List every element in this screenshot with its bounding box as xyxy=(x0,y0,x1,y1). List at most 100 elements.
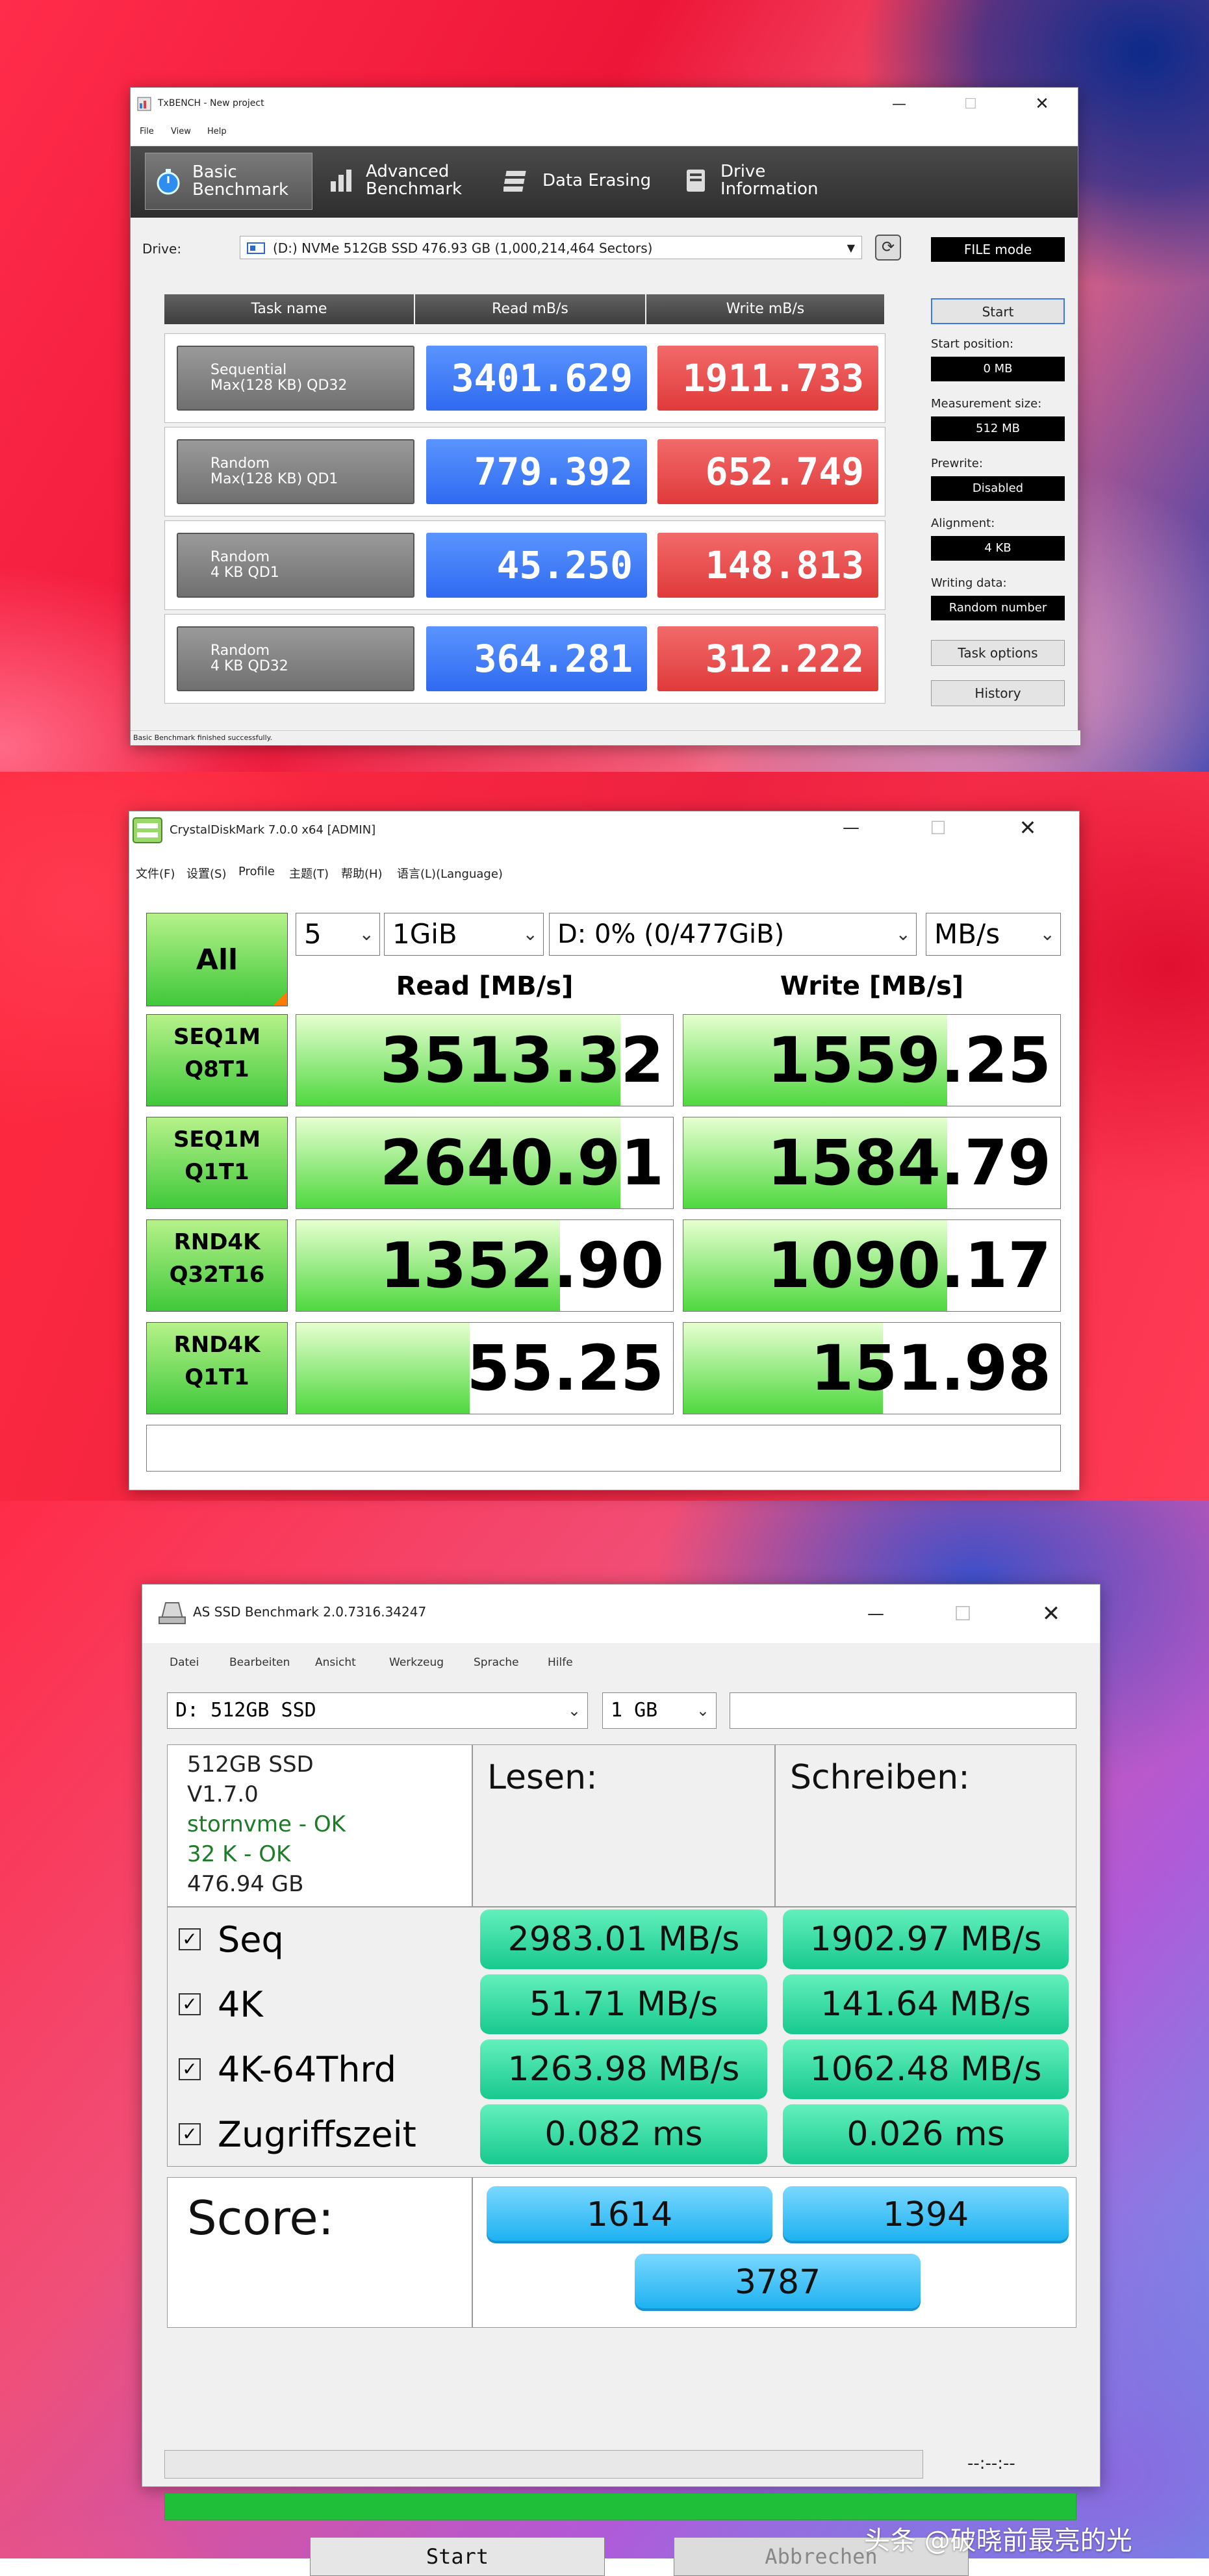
menu-language[interactable]: 语言(L)(Language) xyxy=(397,865,503,882)
history-button[interactable]: History xyxy=(931,680,1065,706)
menu-help[interactable]: Help xyxy=(207,127,227,136)
task-button-random-4k-qd32[interactable]: Random 4 KB QD32 xyxy=(177,626,414,691)
benchmark-table: Task name Read mB/s Write mB/s Sequentia… xyxy=(164,294,888,704)
write-value: 1911.733 xyxy=(657,346,878,411)
row-label-4k-64thrd[interactable]: ✓ 4K-64Thrd xyxy=(167,2037,472,2102)
txbench-title: TxBENCH - New project xyxy=(158,98,264,108)
write-result-value: 1090.17 xyxy=(767,1229,1051,1302)
minimize-button[interactable]: — xyxy=(863,88,935,120)
test-button-seq1m-q8t1[interactable]: SEQ1M Q8T1 xyxy=(146,1014,288,1106)
alignment-field[interactable]: 4 KB xyxy=(931,536,1065,561)
read-result-value: 2640.91 xyxy=(379,1127,664,1199)
write-result-pill: 1902.97 MB/s xyxy=(783,1909,1069,1969)
maximize-button[interactable]: ☐ xyxy=(902,811,974,844)
maximize-button[interactable]: ☐ xyxy=(935,88,1006,120)
extra-input[interactable] xyxy=(730,1692,1076,1729)
write-result-value: 1559.25 xyxy=(767,1024,1051,1097)
tab-basic-benchmark[interactable]: Basic Benchmark xyxy=(145,153,312,210)
crystaldiskmark-title: CrystalDiskMark 7.0.0 x64 [ADMIN] xyxy=(170,823,376,837)
menu-help[interactable]: 帮助(H) xyxy=(341,865,383,882)
test-button-rnd4k-q32t16[interactable]: RND4K Q32T16 xyxy=(146,1219,288,1312)
as-ssd-window: AS SSD Benchmark 2.0.7316.34247 — ☐ ✕ Da… xyxy=(142,1584,1101,2576)
prewrite-label: Prewrite: xyxy=(931,457,983,470)
test-button-seq1m-q1t1[interactable]: SEQ1M Q1T1 xyxy=(146,1117,288,1209)
close-button[interactable]: ✕ xyxy=(1006,88,1078,120)
menu-bearbeiten[interactable]: Bearbeiten xyxy=(229,1656,290,1669)
tab-basic-line2: Benchmark xyxy=(192,180,289,199)
menu-sprache[interactable]: Sprache xyxy=(474,1656,519,1669)
header-read: Read mB/s xyxy=(415,294,645,324)
menu-werkzeug[interactable]: Werkzeug xyxy=(389,1656,444,1669)
start-button[interactable]: Start xyxy=(931,298,1065,324)
maximize-button[interactable]: ☐ xyxy=(927,1598,999,1630)
tab-drive-information[interactable]: Drive Information xyxy=(674,153,845,209)
task-name-line1: Random xyxy=(210,549,270,565)
alignment-status: 32 K - OK xyxy=(187,1841,291,1867)
start-position-field[interactable]: 0 MB xyxy=(931,357,1065,381)
task-button-sequential[interactable]: Sequential Max(128 KB) QD32 xyxy=(177,346,414,411)
file-mode-badge: FILE mode xyxy=(931,237,1065,262)
menu-file[interactable]: File xyxy=(140,127,154,136)
refresh-icon: ⟳ xyxy=(881,238,895,256)
txbench-app-icon xyxy=(137,97,151,111)
menu-file[interactable]: 文件(F) xyxy=(136,865,175,882)
row-label-4k[interactable]: ✓ 4K xyxy=(167,1972,472,2037)
all-button[interactable]: All xyxy=(146,913,288,1006)
crystaldiskmark-app-icon xyxy=(133,817,162,843)
row-label-text: 4K xyxy=(218,1983,263,2025)
checkbox-checked-icon[interactable]: ✓ xyxy=(179,1928,201,1950)
menu-view[interactable]: View xyxy=(171,127,191,136)
size-value: 1GiB xyxy=(392,918,457,950)
writing-data-field[interactable]: Random number xyxy=(931,596,1065,620)
drive-value: D: 0% (0/477GiB) xyxy=(557,919,785,949)
drive-select[interactable]: D: 0% (0/477GiB) ⌄ xyxy=(549,913,917,956)
minimize-button[interactable]: — xyxy=(840,1598,911,1630)
test-label-line2: Q8T1 xyxy=(185,1056,249,1082)
size-select[interactable]: 1GiB ⌄ xyxy=(384,913,544,956)
test-button-rnd4k-q1t1[interactable]: RND4K Q1T1 xyxy=(146,1322,288,1414)
checkbox-checked-icon[interactable]: ✓ xyxy=(179,1993,201,2015)
tab-advanced-benchmark[interactable]: Advanced Benchmark xyxy=(319,153,489,209)
read-value: 779.392 xyxy=(426,439,647,504)
test-label-line1: RND4K xyxy=(173,1332,261,1358)
prewrite-field[interactable]: Disabled xyxy=(931,476,1065,501)
start-button[interactable]: Start xyxy=(310,2537,605,2576)
read-result-value: 1352.90 xyxy=(379,1229,664,1302)
close-button[interactable]: ✕ xyxy=(992,811,1063,844)
maximize-icon: ☐ xyxy=(954,1602,972,1626)
write-value: 652.749 xyxy=(657,439,878,504)
task-button-random-128k[interactable]: Random Max(128 KB) QD1 xyxy=(177,439,414,504)
menu-settings[interactable]: 设置(S) xyxy=(186,865,226,882)
close-icon: ✕ xyxy=(1035,94,1049,114)
row-label-seq[interactable]: ✓ Seq xyxy=(167,1907,472,1972)
row-label-zugriffszeit[interactable]: ✓ Zugriffszeit xyxy=(167,2102,472,2167)
measurement-size-field[interactable]: 512 MB xyxy=(931,416,1065,441)
menu-ansicht[interactable]: Ansicht xyxy=(315,1656,356,1669)
menu-datei[interactable]: Datei xyxy=(170,1656,199,1669)
task-options-button[interactable]: Task options xyxy=(931,640,1065,666)
tab-data-erasing[interactable]: Data Erasing xyxy=(496,153,668,209)
close-button[interactable]: ✕ xyxy=(1015,1598,1087,1630)
crystaldiskmark-window: CrystalDiskMark 7.0.0 x64 [ADMIN] — ☐ ✕ … xyxy=(129,811,1080,1490)
chevron-down-icon: ⌄ xyxy=(1039,923,1055,945)
unit-select[interactable]: MB/s ⌄ xyxy=(926,913,1061,956)
drive-info-icon xyxy=(687,170,705,192)
read-value: 45.250 xyxy=(426,533,647,598)
close-icon: ✕ xyxy=(1019,815,1037,840)
checkbox-checked-icon[interactable]: ✓ xyxy=(179,2058,201,2080)
menu-profile[interactable]: Profile xyxy=(238,865,275,878)
minimize-icon: — xyxy=(867,1604,884,1624)
minimize-button[interactable]: — xyxy=(815,811,887,844)
comment-input[interactable] xyxy=(146,1425,1061,1472)
drive-select-value: D: 512GB SSD xyxy=(175,1699,316,1722)
refresh-button[interactable]: ⟳ xyxy=(875,235,901,261)
menu-hilfe[interactable]: Hilfe xyxy=(548,1656,573,1669)
drive-select[interactable]: D: 512GB SSD ⌄ xyxy=(167,1692,588,1729)
size-select[interactable]: 1 GB ⌄ xyxy=(602,1692,717,1729)
menu-theme[interactable]: 主题(T) xyxy=(289,865,329,882)
task-button-random-4k-qd1[interactable]: Random 4 KB QD1 xyxy=(177,533,414,598)
drive-select[interactable]: (D:) NVMe 512GB SSD 476.93 GB (1,000,214… xyxy=(240,236,862,259)
count-select[interactable]: 5 ⌄ xyxy=(296,913,380,956)
read-result-cell: 2640.91 xyxy=(296,1117,674,1209)
checkbox-checked-icon[interactable]: ✓ xyxy=(179,2123,201,2145)
